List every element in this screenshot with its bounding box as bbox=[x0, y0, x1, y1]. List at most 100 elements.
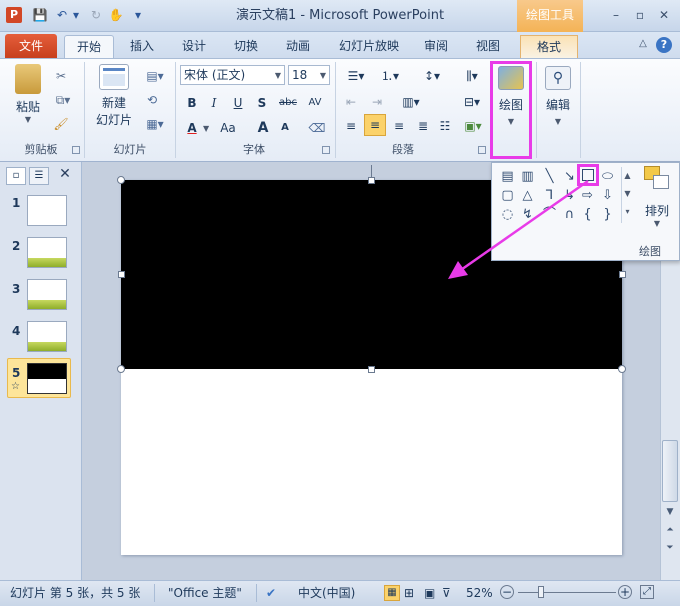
slide-thumbnail-2[interactable] bbox=[27, 237, 67, 268]
drawing-button[interactable]: 绘图 ▼ bbox=[495, 66, 527, 152]
paragraph-dialog-launcher-icon[interactable] bbox=[478, 146, 486, 154]
font-color-dropdown-icon[interactable]: ▼ bbox=[203, 124, 209, 133]
powerpoint-app-icon[interactable]: P bbox=[6, 7, 22, 23]
clipboard-dialog-launcher-icon[interactable] bbox=[72, 146, 80, 154]
tab-file[interactable]: 文件 bbox=[5, 34, 57, 58]
undo-dropdown-icon[interactable]: ▾ bbox=[68, 7, 84, 23]
save-icon[interactable]: 💾 bbox=[32, 7, 48, 23]
smartart-icon[interactable]: ▣▾ bbox=[460, 116, 486, 136]
new-slide-button[interactable]: 新建 幻灯片 bbox=[90, 64, 138, 140]
increase-indent-icon[interactable]: ⇥ bbox=[368, 92, 386, 112]
strikethrough-button[interactable]: abc bbox=[276, 93, 300, 113]
close-panel-icon[interactable]: ✕ bbox=[56, 166, 74, 184]
oval-shape-icon[interactable]: ⬭ bbox=[598, 167, 617, 186]
tab-animations[interactable]: 动画 bbox=[276, 35, 320, 58]
underline-button[interactable]: U bbox=[230, 93, 246, 113]
fit-to-window-icon[interactable]: ⤢ bbox=[640, 585, 654, 599]
help-icon[interactable]: ? bbox=[656, 37, 672, 53]
customize-qat-icon[interactable]: ▾ bbox=[130, 7, 146, 23]
slide-thumbnail-3[interactable] bbox=[27, 279, 67, 310]
scroll-down-icon[interactable]: ▼ bbox=[662, 504, 678, 520]
font-family-dropdown-icon[interactable]: ▼ bbox=[275, 67, 281, 85]
editing-button[interactable]: ⚲ 编辑 ▼ bbox=[540, 66, 576, 146]
change-case-button[interactable]: Aa bbox=[216, 118, 240, 138]
gallery-up-icon[interactable]: ▲ bbox=[622, 167, 633, 185]
paste-button[interactable]: 粘贴 ▼ bbox=[10, 64, 46, 134]
font-family-combo[interactable]: 宋体 (正文) ▼ bbox=[180, 65, 285, 85]
right-brace-shape-icon[interactable]: } bbox=[598, 205, 617, 224]
zoom-in-icon[interactable]: + bbox=[618, 585, 632, 599]
scrollbar-thumb[interactable] bbox=[662, 440, 678, 502]
zoom-slider-thumb[interactable] bbox=[537, 586, 544, 598]
gallery-more-icon[interactable]: ▾ bbox=[622, 203, 633, 221]
resize-handle-bottom-left[interactable] bbox=[117, 365, 125, 373]
columns-icon[interactable]: ▥▾ bbox=[398, 92, 424, 112]
align-center-icon[interactable]: ≡ bbox=[364, 114, 386, 136]
font-size-combo[interactable]: 18 ▼ bbox=[288, 65, 330, 85]
tab-insert[interactable]: 插入 bbox=[120, 35, 164, 58]
tab-slideshow[interactable]: 幻灯片放映 bbox=[332, 35, 406, 58]
reading-view-icon[interactable]: ▣ bbox=[424, 583, 435, 603]
align-text-icon[interactable]: ⊟▾ bbox=[458, 92, 486, 112]
zoom-out-icon[interactable]: − bbox=[500, 585, 514, 599]
slide-thumbnail-4[interactable] bbox=[27, 321, 67, 352]
shadow-button[interactable]: S bbox=[254, 93, 270, 113]
next-slide-icon[interactable]: ⏷ bbox=[662, 540, 678, 556]
redo-icon[interactable]: ↻ bbox=[88, 7, 104, 23]
shrink-font-button[interactable]: A bbox=[278, 118, 292, 138]
resize-handle-top-left[interactable] bbox=[117, 176, 125, 184]
resize-handle-bottom[interactable] bbox=[368, 366, 375, 373]
align-right-icon[interactable]: ≡ bbox=[390, 116, 408, 136]
ribbon-minimize-icon[interactable]: △ bbox=[636, 38, 650, 52]
arrange-button[interactable]: 排列 ▼ bbox=[638, 166, 676, 228]
tab-home[interactable]: 开始 bbox=[64, 35, 114, 58]
outline-tab-icon[interactable]: ☰ bbox=[29, 167, 49, 185]
language-status[interactable]: 中文(中国) bbox=[298, 583, 355, 603]
layout-icon[interactable]: ▤▾ bbox=[142, 66, 168, 86]
close-button[interactable]: ✕ bbox=[654, 6, 674, 24]
theme-status[interactable]: "Office 主题" bbox=[168, 583, 242, 603]
format-painter-qat-icon[interactable]: ✋ bbox=[108, 7, 124, 23]
clear-formatting-icon[interactable]: ⌫ bbox=[308, 118, 326, 138]
slide-thumbnail-1[interactable] bbox=[27, 195, 67, 226]
tab-design[interactable]: 设计 bbox=[172, 35, 216, 58]
numbering-icon[interactable]: ⒈▾ bbox=[376, 66, 404, 86]
tab-transitions[interactable]: 切换 bbox=[224, 35, 268, 58]
tab-review[interactable]: 审阅 bbox=[414, 35, 458, 58]
character-spacing-button[interactable]: AV bbox=[302, 93, 328, 113]
font-size-dropdown-icon[interactable]: ▼ bbox=[320, 67, 326, 85]
previous-slide-icon[interactable]: ⏶ bbox=[662, 522, 678, 538]
line-spacing-icon[interactable]: ↕▾ bbox=[418, 66, 446, 86]
spell-check-icon[interactable]: ✔ bbox=[266, 583, 276, 603]
font-color-button[interactable]: A bbox=[184, 118, 200, 138]
distributed-icon[interactable]: ☷ bbox=[436, 116, 454, 136]
grow-font-button[interactable]: A bbox=[256, 118, 270, 138]
font-dialog-launcher-icon[interactable] bbox=[322, 146, 330, 154]
normal-view-icon[interactable]: ▦ bbox=[384, 585, 400, 601]
zoom-slider-track[interactable] bbox=[518, 592, 616, 593]
justify-icon[interactable]: ≣ bbox=[414, 116, 432, 136]
bold-button[interactable]: B bbox=[184, 93, 200, 113]
tab-view[interactable]: 视图 bbox=[466, 35, 510, 58]
text-direction-icon[interactable]: ⫼▾ bbox=[458, 66, 486, 86]
resize-handle-bottom-right[interactable] bbox=[618, 365, 626, 373]
format-painter-icon[interactable]: 🖌 bbox=[50, 114, 72, 134]
tab-format[interactable]: 格式 bbox=[520, 35, 578, 58]
restore-button[interactable]: ▫ bbox=[630, 6, 650, 24]
zoom-level[interactable]: 52% bbox=[466, 583, 493, 603]
slides-tab-icon[interactable]: ▫ bbox=[6, 167, 26, 185]
resize-handle-top[interactable] bbox=[368, 177, 375, 184]
copy-icon[interactable]: ⧉▾ bbox=[50, 90, 76, 110]
slide-thumbnail-5[interactable] bbox=[27, 363, 67, 394]
minimize-button[interactable]: – bbox=[606, 6, 626, 24]
slide-sorter-icon[interactable]: ⊞ bbox=[404, 583, 414, 603]
slideshow-view-icon[interactable]: ⊽ bbox=[442, 583, 451, 603]
resize-handle-right[interactable] bbox=[619, 271, 626, 278]
section-icon[interactable]: ▦▾ bbox=[142, 114, 168, 134]
down-arrow-shape-icon[interactable]: ⇩ bbox=[598, 186, 617, 205]
cut-icon[interactable]: ✂ bbox=[50, 66, 72, 86]
italic-button[interactable]: I bbox=[206, 93, 222, 113]
gallery-down-icon[interactable]: ▼ bbox=[622, 185, 633, 203]
reset-slide-icon[interactable]: ⟲ bbox=[142, 90, 162, 110]
bullets-icon[interactable]: ☰▾ bbox=[342, 66, 370, 86]
